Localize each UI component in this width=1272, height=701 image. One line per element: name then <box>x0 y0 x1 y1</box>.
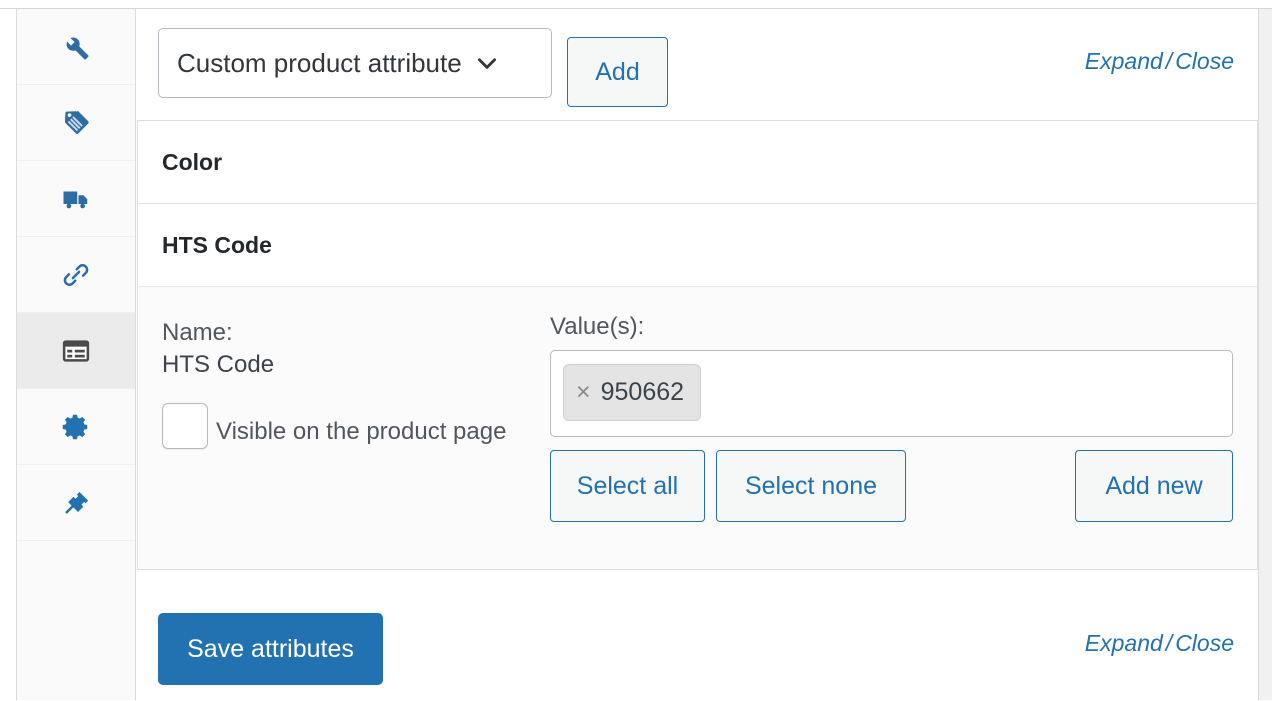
close-link[interactable]: Close <box>1175 48 1234 74</box>
sidebar-item-attributes[interactable] <box>17 313 135 389</box>
attributes-list: Color HTS Code Name: HTS Code Visible on… <box>137 120 1258 570</box>
attribute-values-column: Value(s): × 950662 Select all Select none… <box>532 313 1233 535</box>
select-all-button[interactable]: Select all <box>550 450 705 522</box>
attribute-name-value: HTS Code <box>162 349 532 381</box>
sidebar-item-linked-products[interactable] <box>17 237 135 313</box>
value-tag: × 950662 <box>563 364 701 421</box>
toolbar-expand-close: Expand/Close <box>1085 48 1234 75</box>
attribute-row-hts-header[interactable]: HTS Code <box>138 204 1257 287</box>
expand-close-separator: / <box>1163 48 1175 74</box>
footer-expand-link[interactable]: Expand <box>1085 630 1163 656</box>
gear-icon <box>61 412 91 442</box>
attribute-name-column: Name: HTS Code Visible on the product pa… <box>162 313 532 535</box>
remove-value-icon[interactable]: × <box>576 380 591 405</box>
visible-on-product-page-field: Visible on the product page <box>162 403 532 452</box>
attribute-type-select-value: Custom product attribute <box>177 48 462 79</box>
visible-on-product-page-label: Visible on the product page <box>216 418 506 445</box>
expand-link[interactable]: Expand <box>1085 48 1163 74</box>
footer-close-link[interactable]: Close <box>1175 630 1234 656</box>
link-icon <box>61 260 91 290</box>
attributes-footer: Save attributes Expand/Close <box>137 604 1258 700</box>
attribute-values-label: Value(s): <box>550 313 1233 341</box>
value-tag-label: 950662 <box>601 378 684 407</box>
add-attribute-button[interactable]: Add <box>567 37 668 107</box>
visible-on-product-page-checkbox[interactable] <box>162 403 208 449</box>
plug-icon <box>61 488 91 518</box>
truck-icon <box>61 184 91 214</box>
product-data-tabs-sidebar <box>17 9 136 700</box>
footer-expand-close-separator: / <box>1163 630 1175 656</box>
product-data-metabox: Custom product attribute Add Expand/Clos… <box>0 0 1272 700</box>
chevron-down-icon <box>474 50 500 76</box>
select-none-button[interactable]: Select none <box>716 450 906 522</box>
tags-icon <box>61 108 91 138</box>
attribute-row-color-header[interactable]: Color <box>138 121 1257 204</box>
footer-expand-close: Expand/Close <box>1085 630 1234 657</box>
wrench-icon <box>61 32 91 62</box>
attribute-row-hts-body: Name: HTS Code Visible on the product pa… <box>138 287 1257 569</box>
page-right-gutter <box>1259 9 1272 700</box>
sidebar-item-plugins[interactable] <box>17 465 135 541</box>
sidebar-item-general[interactable] <box>17 9 135 85</box>
sidebar-item-shipping[interactable] <box>17 161 135 237</box>
sidebar-item-advanced[interactable] <box>17 389 135 465</box>
save-attributes-button[interactable]: Save attributes <box>158 613 383 685</box>
attribute-value-actions: Select all Select none Add new <box>550 450 1233 522</box>
attributes-panel-content: Custom product attribute Add Expand/Clos… <box>137 9 1258 700</box>
add-new-value-button[interactable]: Add new <box>1075 450 1233 522</box>
attributes-toolbar: Custom product attribute Add Expand/Clos… <box>137 9 1258 120</box>
attributes-icon <box>61 336 91 366</box>
attribute-values-input[interactable]: × 950662 <box>550 350 1233 437</box>
sidebar-item-inventory[interactable] <box>17 85 135 161</box>
attribute-type-select[interactable]: Custom product attribute <box>158 28 552 98</box>
attribute-name-label: Name: <box>162 317 532 349</box>
sidebar-filler <box>17 541 135 701</box>
